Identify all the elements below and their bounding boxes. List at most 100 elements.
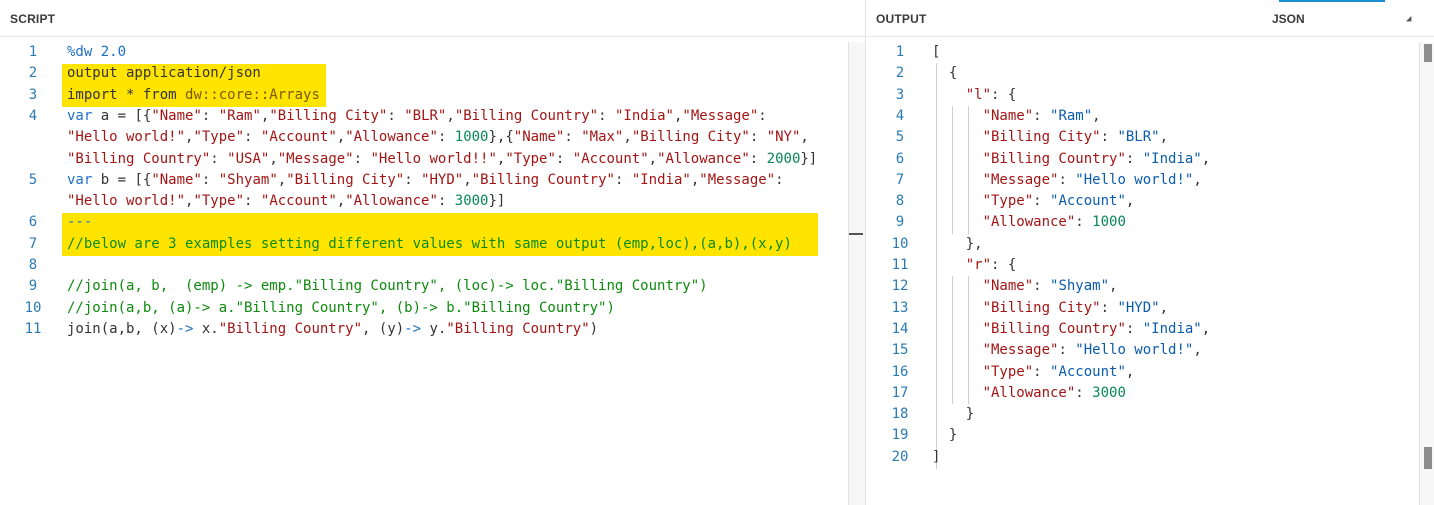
code-text: "Message": "Hello world!", — [932, 170, 1202, 191]
scrollbar-thumb[interactable] — [1424, 44, 1432, 62]
script-scrollbar[interactable] — [848, 42, 865, 505]
code-token: : — [598, 107, 615, 124]
code-text: %dw 2.0 — [67, 42, 126, 63]
line-number: 8 — [895, 193, 905, 210]
code-token: "Message" — [682, 107, 759, 124]
output-format-selector[interactable]: JSON — [1272, 12, 1305, 26]
code-token: , — [1201, 320, 1211, 337]
code-line: 9 //join(a, b, (emp) -> emp."Billing Coun… — [0, 276, 848, 297]
dropdown-arrow-icon[interactable]: ◢ — [1406, 14, 1411, 24]
code-line: "Billing Country": "USA","Message": "Hel… — [0, 149, 848, 170]
code-token: : — [201, 107, 219, 124]
code-line: 3 "l": { — [866, 85, 1418, 106]
line-number: 11 — [24, 320, 42, 337]
code-line: 1[ — [866, 42, 1418, 63]
code-token: "Ram" — [1050, 107, 1093, 124]
code-token: : — [1125, 150, 1143, 167]
code-token: , — [269, 150, 278, 167]
code-token: },{ — [488, 129, 514, 146]
code-token: : — [564, 129, 582, 146]
code-token: 3000 — [1092, 384, 1126, 401]
line-number: 4 — [28, 107, 38, 124]
code-token: : — [614, 171, 632, 188]
code-token: x. — [193, 320, 219, 337]
code-token: , — [800, 129, 809, 146]
code-token: } — [932, 406, 975, 423]
code-token: "India" — [1142, 150, 1202, 167]
code-token: dw::core::Arrays — [185, 86, 320, 103]
code-text: } — [932, 404, 974, 425]
line-number: 3 — [895, 86, 905, 103]
code-token: "Allowance" — [345, 129, 438, 146]
code-token: "Allowance" — [345, 193, 438, 210]
code-token: "Type" — [982, 363, 1034, 380]
code-token: output application/json — [67, 65, 261, 82]
code-token: , — [623, 129, 632, 146]
scrollbar-thumb[interactable] — [1424, 447, 1432, 469]
code-token: "Billing Country" — [454, 107, 599, 124]
code-token: ] — [932, 448, 941, 465]
code-token: "India" — [1142, 320, 1202, 337]
code-text: "Type": "Account", — [932, 191, 1135, 212]
code-text: var b = [{"Name": "Shyam","Billing City"… — [67, 170, 784, 191]
line-number: 9 — [28, 278, 38, 295]
code-line: 6 --- — [0, 212, 848, 233]
code-line: 6 "Billing Country": "India", — [866, 149, 1418, 170]
code-token: "BLR" — [1117, 129, 1160, 146]
script-panel-title: SCRIPT — [10, 12, 56, 26]
code-token: : — [244, 129, 261, 146]
line-number: 19 — [891, 427, 909, 444]
code-text: ] — [932, 447, 940, 468]
code-token: : — [555, 150, 573, 167]
code-line: 10 }, — [866, 234, 1418, 255]
code-token: : — [749, 150, 767, 167]
line-number: 1 — [28, 44, 38, 60]
code-text: "Allowance": 3000 — [932, 383, 1126, 404]
output-panel-header: OUTPUT JSON ◢ — [866, 0, 1434, 37]
code-line: 13 "Billing City": "HYD", — [866, 298, 1418, 319]
code-token: "Billing Country" — [218, 320, 363, 337]
code-token: : — [775, 171, 784, 188]
code-token: , — [1092, 107, 1101, 124]
line-number: 10 — [24, 299, 42, 316]
code-token: import * from — [67, 86, 186, 103]
line-number: 6 — [28, 214, 38, 231]
code-line: 14 "Billing Country": "India", — [866, 319, 1418, 340]
output-scrollbar[interactable] — [1419, 42, 1434, 505]
line-number: 10 — [891, 235, 909, 252]
line-number: 7 — [28, 235, 38, 252]
code-token: }, — [932, 235, 983, 252]
code-text: "Message": "Hello world!", — [932, 340, 1202, 361]
code-text: "Billing Country": "India", — [932, 149, 1211, 170]
code-text: "Hello world!","Type": "Account","Allowa… — [67, 127, 809, 148]
code-token: : { — [991, 86, 1017, 103]
code-token: : — [758, 107, 767, 124]
line-number: 7 — [895, 171, 905, 188]
code-text: //below are 3 examples setting different… — [67, 234, 792, 255]
code-token: "Hello world!" — [1075, 342, 1194, 359]
code-line: 2 output application/json — [0, 63, 848, 84]
code-token: [ — [932, 44, 941, 60]
code-token: -> — [404, 320, 422, 337]
code-text: } — [932, 425, 957, 446]
script-editor[interactable]: 1 %dw 2.0 2 output application/json 3 import … — [0, 42, 848, 505]
code-text: "Billing Country": "India", — [932, 319, 1211, 340]
code-token: , — [1201, 150, 1211, 167]
output-panel: OUTPUT JSON ◢ 1[2 {3 "l": {4 "Name": "Ra… — [866, 0, 1434, 505]
code-token: "Shyam" — [218, 171, 278, 188]
code-token: "Billing Country" — [982, 320, 1126, 337]
code-token: , — [1159, 299, 1169, 316]
output-editor[interactable]: 1[2 {3 "l": {4 "Name": "Ram", 5 "Billing … — [866, 42, 1418, 505]
code-line: 8 "Type": "Account", — [866, 191, 1418, 212]
code-token: : — [353, 150, 371, 167]
code-token: : — [404, 171, 422, 188]
code-token: var — [67, 107, 93, 124]
